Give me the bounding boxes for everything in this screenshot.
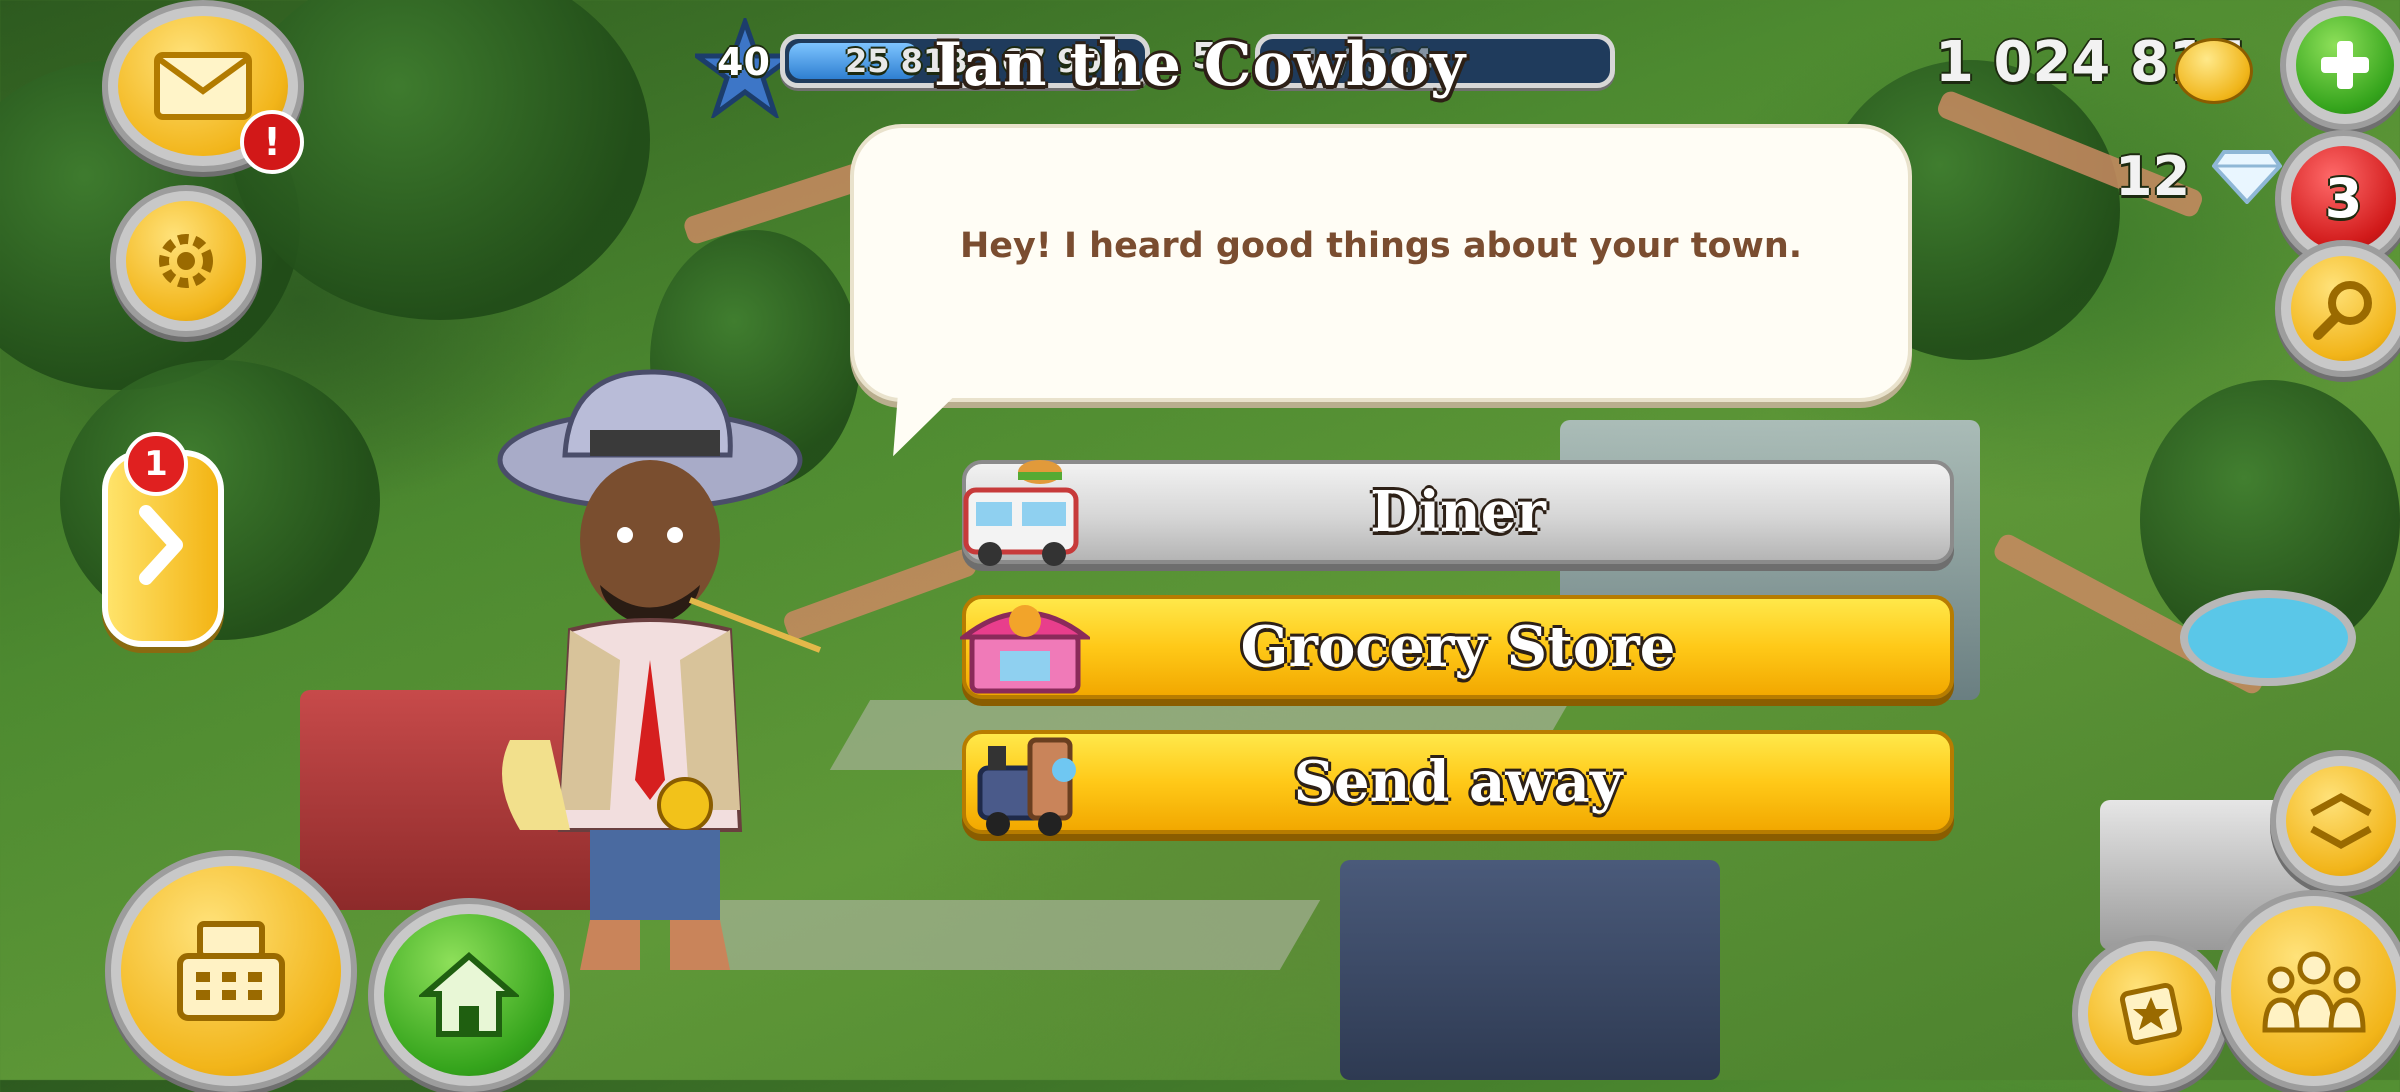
magnifier-icon (2291, 256, 2396, 361)
search-button[interactable] (2275, 240, 2400, 377)
gear-icon (126, 201, 246, 321)
people-icon (2231, 906, 2396, 1076)
mail-alert-badge: ! (240, 110, 304, 174)
settings-button[interactable] (110, 185, 262, 337)
shop-button[interactable] (105, 850, 357, 1092)
blue-roof-building (1340, 860, 1720, 1080)
speaker-name: Ian the Cowboy (933, 30, 1467, 100)
collection-button[interactable] (2072, 935, 2229, 1092)
train-icon (960, 720, 1090, 840)
grocery-store-option-label: Grocery Store (1240, 614, 1676, 680)
grocery-store-icon (956, 585, 1094, 705)
send-away-option-button[interactable]: Send away (962, 730, 1954, 836)
grocery-store-option-button[interactable]: Grocery Store (956, 595, 1954, 699)
red-counter-value: 3 (2324, 167, 2363, 230)
red-counter-circle: 3 (2291, 146, 2396, 251)
side-panel-badge: 1 (124, 432, 188, 496)
diner-option-label: Diner (1370, 479, 1546, 545)
diner-option-button[interactable]: Diner (962, 460, 1954, 566)
pond (2180, 590, 2356, 686)
diamonds-value: 12 (2115, 145, 2191, 208)
cash-register-icon (121, 866, 341, 1076)
expand-icon (2286, 766, 2396, 876)
diamond-icon (2211, 148, 2283, 208)
expand-view-button[interactable] (2270, 750, 2400, 892)
send-away-option-label: Send away (1293, 749, 1623, 815)
food-truck-icon (960, 450, 1090, 570)
speech-text: Hey! I heard good things about your town… (959, 226, 1803, 266)
friends-button[interactable] (2215, 890, 2400, 1092)
star-card-icon (2088, 951, 2213, 1076)
chevron-right-icon (139, 505, 183, 585)
cowboy-character (490, 360, 850, 980)
